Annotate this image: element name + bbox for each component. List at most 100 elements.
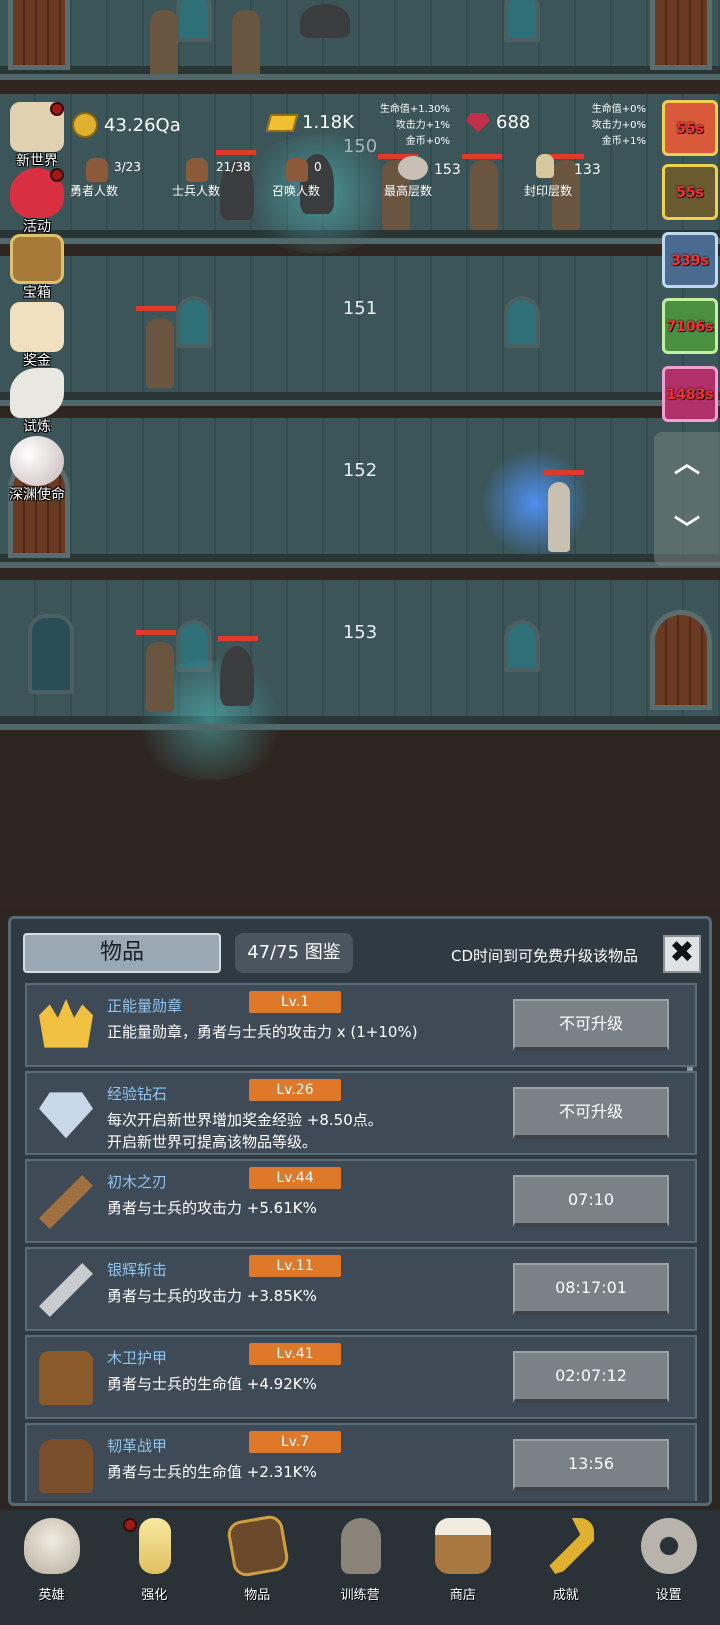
floor-number: 151: [342, 298, 378, 319]
door: [650, 0, 712, 70]
nav-achievements[interactable]: 成就: [514, 1510, 617, 1625]
upgrade-timer-button[interactable]: 02:07:12: [513, 1351, 669, 1403]
timer-slot[interactable]: 55s: [662, 100, 718, 156]
gem-bonus: 生命值+0% 攻击力+0% 金币+1%: [548, 102, 646, 150]
nav-shop[interactable]: 商店: [411, 1510, 514, 1625]
bonus-coin: 金币+0%: [405, 136, 450, 147]
cd-note: CD时间到可免费升级该物品: [451, 947, 639, 965]
tower-floor-153: [0, 580, 720, 780]
nav-enhance[interactable]: 强化: [103, 1510, 206, 1625]
soldier-unit: [232, 10, 260, 80]
silver-sword-icon: [39, 1263, 93, 1317]
item-level-badge: Lv.26: [249, 1079, 341, 1101]
nav-items[interactable]: 物品: [206, 1510, 309, 1625]
floor-number: 152: [342, 460, 378, 481]
summon-count-label: 召唤人数: [272, 184, 321, 198]
timer-slot[interactable]: 1483s: [662, 366, 718, 422]
side-btn-activity[interactable]: 活动: [4, 166, 70, 235]
treasure-chest-icon: [10, 234, 64, 284]
upgrade-button[interactable]: 不可升级: [513, 1087, 669, 1139]
sealed-floor-value: 133: [574, 162, 601, 178]
list-item: 初木之刃 Lv.44 勇者与士兵的攻击力 +5.61K% 07:10: [25, 1159, 697, 1243]
nav-label: 设置: [655, 1588, 682, 1603]
gem-value: 688: [496, 112, 531, 133]
item-description: 勇者与士兵的攻击力 +3.85K%: [107, 1287, 317, 1305]
tab-items[interactable]: 物品: [23, 933, 221, 973]
wraith-enemy: [220, 646, 254, 706]
item-list[interactable]: 正能量勋章 Lv.1 正能量勋章，勇者与士兵的攻击力 x (1+10%) 不可升…: [25, 983, 697, 1501]
red-gem-icon: [466, 112, 490, 133]
list-item: 银辉斩击 Lv.11 勇者与士兵的攻击力 +3.85K% 08:17:01: [25, 1247, 697, 1331]
timer-slot[interactable]: 7106s: [662, 298, 718, 354]
nav-label: 强化: [141, 1588, 168, 1603]
item-name: 木卫护甲: [107, 1349, 168, 1367]
wooden-armor-icon: [39, 1351, 93, 1405]
bonus-coin: 金币+1%: [601, 136, 646, 147]
window: [176, 0, 212, 42]
sealed-floor-label: 封印层数: [524, 184, 573, 198]
list-item: 木卫护甲 Lv.41 勇者与士兵的生命值 +4.92K% 02:07:12: [25, 1335, 697, 1419]
side-btn-chest[interactable]: 宝箱: [4, 232, 70, 301]
list-item: 经验钻石 Lv.26 每次开启新世界增加奖金经验 +8.50点。 开启新世界可提…: [25, 1071, 697, 1155]
close-button[interactable]: ✖: [663, 935, 701, 973]
hero-count-label: 勇者人数: [70, 184, 119, 198]
side-btn-label: 深渊使命: [9, 487, 65, 503]
nav-label: 英雄: [38, 1588, 65, 1603]
window: [504, 0, 540, 42]
door: [8, 0, 70, 70]
tower-floor: [0, 0, 720, 80]
floor-number: 153: [342, 622, 378, 643]
gear-icon: [641, 1518, 698, 1574]
stone-icon: [398, 156, 428, 180]
lantern-icon: [340, 1518, 381, 1574]
nav-label: 物品: [244, 1588, 271, 1603]
scroll-down-icon[interactable]: ﹀: [672, 517, 702, 543]
item-name: 经验钻石: [107, 1085, 168, 1103]
soldier-avatar-icon: [186, 158, 208, 182]
nav-training[interactable]: 训练营: [309, 1510, 412, 1625]
upgrade-button[interactable]: 不可升级: [513, 999, 669, 1051]
floor-scroll-panel: ︿ ﹀: [654, 432, 720, 566]
wooden-sword-icon: [39, 1175, 93, 1229]
skeleton-mage-enemy: [548, 482, 570, 552]
scroll-up-icon[interactable]: ︿: [672, 451, 702, 477]
side-btn-new-world[interactable]: 新世界: [4, 100, 70, 169]
summon-avatar-icon: [286, 158, 308, 182]
notification-dot: [122, 1518, 137, 1532]
item-level-badge: Lv.1: [249, 991, 341, 1013]
coin-icon: [72, 112, 98, 138]
item-description: 每次开启新世界增加奖金经验 +8.50点。 开启新世界可提高该物品等级。: [107, 1111, 383, 1151]
upgrade-timer-button[interactable]: 13:56: [513, 1439, 669, 1491]
upgrade-timer-button[interactable]: 07:10: [513, 1175, 669, 1227]
hero-avatar-icon: [86, 158, 108, 182]
timer-slot[interactable]: 55s: [662, 164, 718, 220]
codex-counter[interactable]: 47/75 图鉴: [235, 933, 353, 973]
skull-icon: [24, 1518, 80, 1574]
item-name: 韧革战甲: [107, 1437, 168, 1455]
side-btn-abyss[interactable]: 深渊使命: [4, 434, 70, 503]
items-panel: 物品 47/75 图鉴 CD时间到可免费升级该物品 ✖ 正能量勋章 Lv.1 正…: [8, 916, 712, 1506]
timer-slot[interactable]: 339s: [662, 232, 718, 288]
item-description: 正能量勋章，勇者与士兵的攻击力 x (1+10%): [107, 1023, 418, 1041]
key-icon: [549, 1518, 595, 1574]
book-icon: [225, 1513, 291, 1579]
nav-heroes[interactable]: 英雄: [0, 1510, 103, 1625]
beer-mug-icon: [435, 1518, 492, 1574]
notification-dot: [50, 168, 64, 182]
upgrade-timer-button[interactable]: 08:17:01: [513, 1263, 669, 1315]
nav-settings[interactable]: 设置: [617, 1510, 720, 1625]
side-btn-trial[interactable]: 试炼: [4, 366, 70, 435]
side-btn-bonus[interactable]: 奖金: [4, 300, 70, 369]
bottom-nav: 英雄 强化 物品 训练营 商店 成就 设置: [0, 1510, 720, 1625]
timer-text: 55s: [676, 185, 704, 201]
item-name: 正能量勋章: [107, 997, 183, 1015]
item-description: 勇者与士兵的生命值 +4.92K%: [107, 1375, 317, 1393]
item-level-badge: Lv.7: [249, 1431, 341, 1453]
pearl-icon: [10, 436, 64, 486]
coin-counter: 43.26Qa: [72, 112, 181, 138]
bat-enemy: [300, 4, 350, 38]
highest-floor-value: 153: [434, 162, 461, 178]
tower-floor-152: [0, 418, 720, 568]
bonus-hp: 生命值+1.30%: [379, 104, 450, 115]
candle-icon: [138, 1518, 171, 1574]
